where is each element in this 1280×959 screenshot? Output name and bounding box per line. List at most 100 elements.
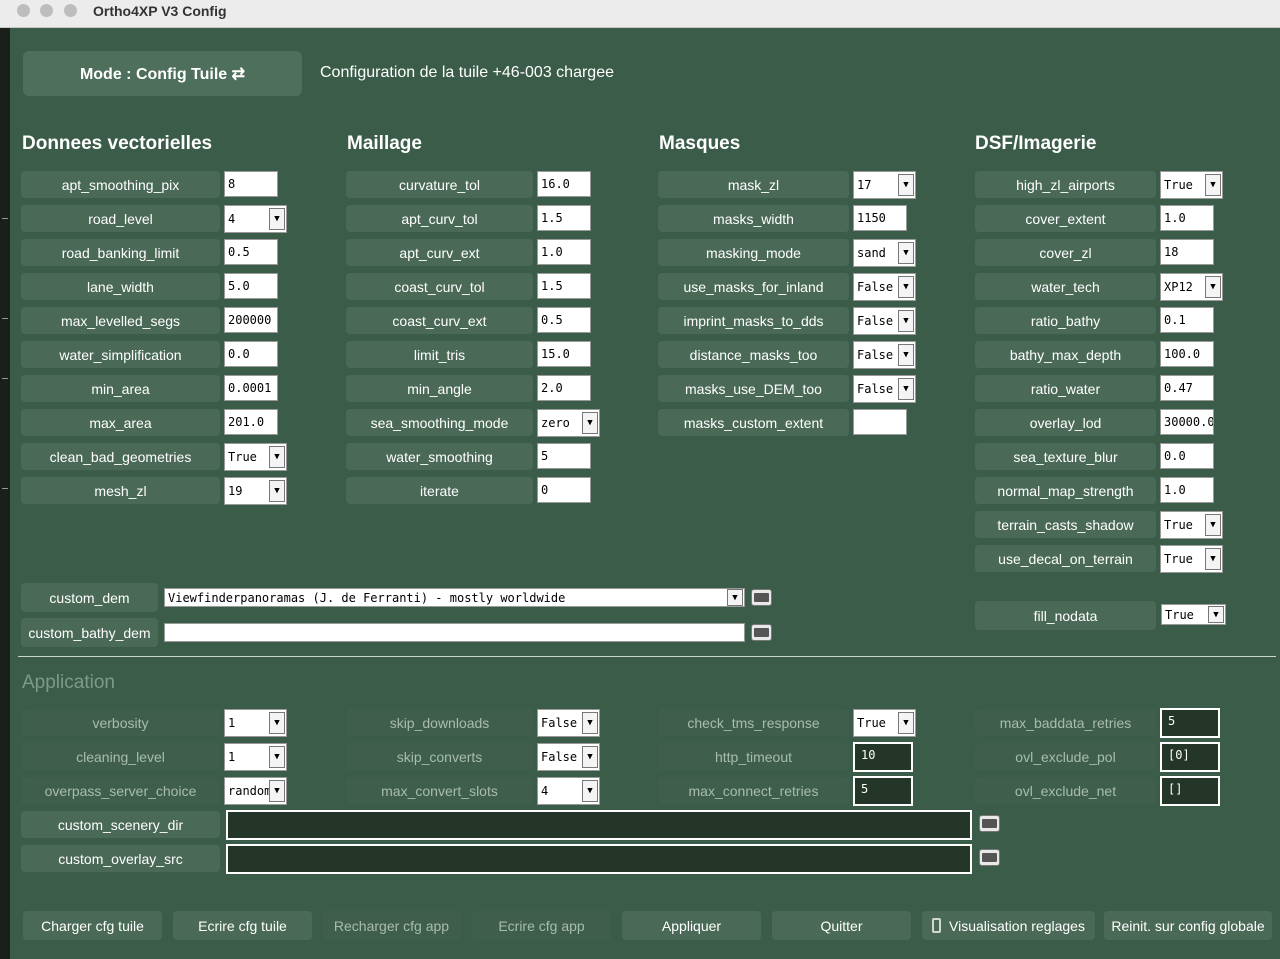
param-select[interactable]: 4 ▼ [224,205,287,233]
dropdown-arrow-icon[interactable]: ▼ [269,712,285,734]
param-input[interactable]: 2.0 [537,375,591,401]
param-input[interactable]: 0.1 [1160,307,1214,333]
param-select[interactable]: 19 ▼ [224,477,287,505]
param-select[interactable]: 4 ▼ [537,777,600,805]
folder-icon[interactable] [751,589,772,606]
param-input[interactable]: 201.0 [224,409,278,435]
zoom-window-button[interactable] [64,4,77,17]
param-input[interactable]: 5 [1160,708,1220,738]
param-input[interactable]: 5 [853,776,913,806]
folder-icon[interactable] [979,815,1000,832]
dropdown-arrow-icon[interactable]: ▼ [727,589,743,606]
dropdown-arrow-icon[interactable]: ▼ [898,344,914,366]
param-select[interactable]: XP12 ▼ [1160,273,1223,301]
dropdown-arrow-icon[interactable]: ▼ [898,276,914,298]
dropdown-arrow-icon[interactable]: ▼ [582,780,598,802]
param-input[interactable]: 1.5 [537,205,591,231]
param-input[interactable]: 30000.0 [1160,409,1214,435]
param-input[interactable]: 18 [1160,239,1214,265]
param-input[interactable]: 1150 [853,205,907,231]
custom-scenery-dir-input[interactable] [226,810,972,840]
dropdown-arrow-icon[interactable]: ▼ [1205,174,1221,196]
reset-global-config-button[interactable]: Reinit. sur config globale [1104,911,1272,940]
param-select[interactable]: 1 ▼ [224,743,287,771]
minimize-window-button[interactable] [40,4,53,17]
param-select[interactable]: True ▼ [853,709,916,737]
param-input[interactable]: 0 [537,477,591,503]
param-select[interactable]: False ▼ [853,341,916,369]
param-input[interactable]: 1.0 [1160,477,1214,503]
param-input[interactable]: 1.0 [537,239,591,265]
close-window-button[interactable] [17,4,30,17]
param-input[interactable] [853,409,907,435]
param-input[interactable]: 0.0 [224,341,278,367]
dropdown-arrow-icon[interactable]: ▼ [269,746,285,768]
param-input[interactable]: 15.0 [537,341,591,367]
param-select[interactable]: False ▼ [853,307,916,335]
dropdown-arrow-icon[interactable]: ▼ [582,412,598,434]
param-select[interactable]: sand ▼ [853,239,916,267]
param-select[interactable]: True ▼ [1160,171,1223,199]
param-select[interactable]: random ▼ [224,777,287,805]
param-select[interactable]: False ▼ [537,709,600,737]
param-input[interactable]: 16.0 [537,171,591,197]
param-input[interactable]: [0] [1160,742,1220,772]
section-dsf-heading: DSF/Imagerie [975,133,1097,154]
param-input[interactable]: 8 [224,171,278,197]
param-input[interactable]: 0.0001 [224,375,278,401]
dropdown-arrow-icon[interactable]: ▼ [898,310,914,332]
dropdown-arrow-icon[interactable]: ▼ [898,242,914,264]
dropdown-arrow-icon[interactable]: ▼ [898,174,914,196]
param-select[interactable]: zero ▼ [537,409,600,437]
param-select[interactable]: 1 ▼ [224,709,287,737]
param-input[interactable]: 5 [537,443,591,469]
param-select[interactable]: 17 ▼ [853,171,916,199]
param-input[interactable]: 0.5 [537,307,591,333]
param-input[interactable]: [] [1160,776,1220,806]
custom-overlay-src-input[interactable] [226,844,972,874]
reload-app-config-button[interactable]: Recharger cfg app [322,911,461,940]
param-input[interactable]: 0.0 [1160,443,1214,469]
param-input[interactable]: 0.47 [1160,375,1214,401]
param-select[interactable]: True ▼ [1160,511,1223,539]
dropdown-arrow-icon[interactable]: ▼ [582,712,598,734]
dropdown-arrow-icon[interactable]: ▼ [898,378,914,400]
section-vector-heading: Donnees vectorielles [22,133,213,154]
dropdown-arrow-icon[interactable]: ▼ [269,780,285,802]
param-select[interactable]: False ▼ [853,375,916,403]
quit-button[interactable]: Quitter [772,911,911,940]
write-app-config-button[interactable]: Ecrire cfg app [472,911,611,940]
mode-toggle-button[interactable]: Mode : Config Tuile ⇄ [23,51,302,96]
dropdown-arrow-icon[interactable]: ▼ [582,746,598,768]
param-input[interactable]: 1.5 [537,273,591,299]
param-label: max_connect_retries [658,777,849,804]
param-input[interactable]: 1.0 [1160,205,1214,231]
dropdown-arrow-icon[interactable]: ▼ [1205,548,1221,570]
custom-dem-select[interactable]: Viewfinderpanoramas (J. de Ferranti) - m… [164,588,745,607]
param-select[interactable]: True ▼ [224,443,287,471]
load-tile-config-button[interactable]: Charger cfg tuile [23,911,162,940]
dropdown-arrow-icon[interactable]: ▼ [1208,606,1224,623]
param-input[interactable]: 5.0 [224,273,278,299]
custom-bathy-dem-input[interactable] [164,623,745,642]
param-select[interactable]: True ▼ [1160,545,1223,573]
folder-icon[interactable] [979,849,1000,866]
dropdown-arrow-icon[interactable]: ▼ [269,446,285,468]
dropdown-arrow-icon[interactable]: ▼ [269,208,285,230]
dropdown-arrow-icon[interactable]: ▼ [898,712,914,734]
param-input[interactable]: 200000 [224,307,278,333]
visualize-settings-button[interactable]: Visualisation reglages [922,911,1095,940]
write-tile-config-button[interactable]: Ecrire cfg tuile [173,911,312,940]
param-input[interactable]: 0.5 [224,239,278,265]
param-label: fill_nodata [975,601,1156,630]
dropdown-arrow-icon[interactable]: ▼ [269,480,285,502]
apply-button[interactable]: Appliquer [622,911,761,940]
param-input[interactable]: 10 [853,742,913,772]
dropdown-arrow-icon[interactable]: ▼ [1205,514,1221,536]
dropdown-arrow-icon[interactable]: ▼ [1205,276,1221,298]
param-select[interactable]: True ▼ [1161,604,1226,625]
param-input[interactable]: 100.0 [1160,341,1214,367]
param-select[interactable]: False ▼ [537,743,600,771]
folder-icon[interactable] [751,624,772,641]
param-select[interactable]: False ▼ [853,273,916,301]
